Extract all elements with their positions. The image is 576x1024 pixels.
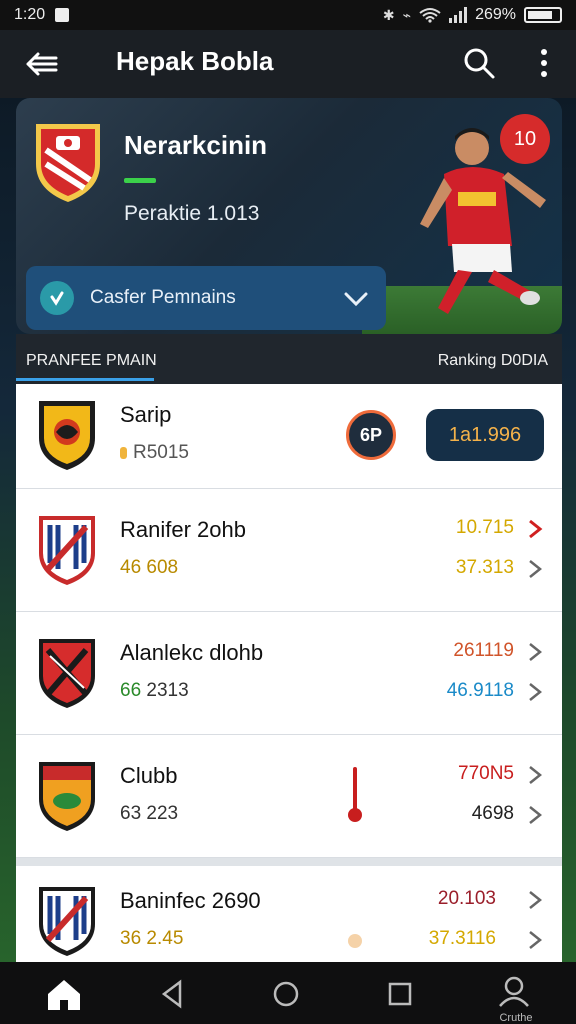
notification-icon <box>55 8 70 22</box>
club-meta-value: R5015 <box>133 442 189 463</box>
chevron-right-icon[interactable] <box>526 930 544 950</box>
featured-team-name: Nerarkcinin <box>124 130 268 160</box>
club-name: Sarip <box>120 402 172 427</box>
app-bar: Hepak Bobla <box>0 30 576 98</box>
chevron-right-icon[interactable] <box>526 559 544 579</box>
chevron-right-icon[interactable] <box>526 519 544 539</box>
status-time: 1:20 <box>14 6 46 23</box>
list-item[interactable]: Baninfec 2690 36 2.45 20.103 37.3116 <box>16 866 562 964</box>
club-value-primary: 770N5 <box>458 763 514 784</box>
tab-strip: PRANFEE PMAIN Ranking D0DIA <box>16 334 562 384</box>
competition-dropdown[interactable]: Casfer Pemnains <box>26 266 386 330</box>
club-meta: 66 2313 <box>120 680 189 702</box>
club-list: Sarip R5015 6P 1a1.996 Ranifer 2ohb 46 6… <box>16 384 562 964</box>
club-value-secondary: 46.9118 <box>446 680 514 701</box>
list-separator <box>16 858 562 866</box>
team-crest <box>36 124 100 202</box>
list-item[interactable]: Sarip R5015 6P 1a1.996 <box>16 384 562 489</box>
dropdown-label: Casfer Pemnains <box>90 287 236 308</box>
battery-icon <box>524 7 562 23</box>
back-nav-icon[interactable] <box>154 976 194 1012</box>
back-icon[interactable] <box>24 50 60 78</box>
list-item[interactable]: Alanlekc dlohb 66 2313 261119 46.9118 <box>16 612 562 735</box>
profile-icon[interactable] <box>494 974 534 1010</box>
club-crest <box>39 887 95 956</box>
club-value-primary: 10.715 <box>455 517 514 538</box>
bluetooth-icon: ✱ <box>382 6 395 23</box>
vibrate-icon: ⌁ <box>402 6 412 23</box>
featured-team-subtitle: Peraktie 1.013 <box>124 202 260 225</box>
list-item[interactable]: Clubb 63 223 770N5 4698 <box>16 735 562 858</box>
home-nav-circle-icon[interactable] <box>266 976 306 1012</box>
title-accent-bar <box>124 178 156 183</box>
club-meta-primary: 66 <box>120 680 142 701</box>
tab-main[interactable]: PRANFEE PMAIN <box>26 352 157 370</box>
check-icon <box>40 281 74 315</box>
rank-badge: 10 <box>500 114 550 164</box>
chevron-right-icon[interactable] <box>526 890 544 910</box>
thermometer-icon <box>348 767 362 822</box>
club-value-secondary: 37.313 <box>455 557 514 578</box>
profile-label: Cruthe <box>499 1012 533 1024</box>
club-crest <box>39 762 95 831</box>
status-bar: 1:20 ✱ ⌁ 269% <box>0 0 576 30</box>
club-meta: 36 2.45 <box>120 928 184 949</box>
club-value-secondary: 4698 <box>471 803 514 824</box>
search-icon[interactable] <box>462 46 496 80</box>
chevron-right-icon[interactable] <box>526 642 544 662</box>
bottom-navigation: Cruthe <box>0 962 576 1024</box>
club-name: Clubb <box>120 763 178 788</box>
chevron-right-icon[interactable] <box>526 805 544 825</box>
club-name: Alanlekc dlohb <box>120 640 264 665</box>
chevron-right-icon[interactable] <box>526 765 544 785</box>
club-meta: R5015 <box>120 442 189 464</box>
chevron-right-icon[interactable] <box>526 682 544 702</box>
club-meta-secondary: 2313 <box>146 680 189 701</box>
app-title: Hepak Bobla <box>116 46 274 76</box>
featured-team-card[interactable]: Nerarkcinin Peraktie 1.013 10 Casfer Pem… <box>16 98 562 334</box>
status-dot <box>348 934 362 948</box>
active-tab-indicator <box>16 378 154 381</box>
list-item[interactable]: Ranifer 2ohb 46 608 10.715 37.313 <box>16 489 562 612</box>
more-icon[interactable] <box>532 46 556 80</box>
signal-icon <box>449 7 468 23</box>
wifi-icon <box>419 8 441 23</box>
tab-ranking[interactable]: Ranking D0DIA <box>438 352 548 370</box>
score-pill[interactable]: 1a1.996 <box>426 409 544 461</box>
club-crest <box>39 401 95 470</box>
club-crest <box>39 516 95 585</box>
club-meta: 63 223 <box>120 803 179 824</box>
battery-percent: 269% <box>475 6 516 23</box>
club-value-primary: 261119 <box>453 640 514 661</box>
club-name: Ranifer 2ohb <box>120 517 246 542</box>
club-meta: 46 608 <box>120 557 179 578</box>
recents-icon[interactable] <box>380 976 420 1012</box>
chevron-down-icon <box>344 292 368 307</box>
club-crest <box>39 639 95 708</box>
club-value-secondary: 37.3116 <box>428 928 496 949</box>
club-value-primary: 20.103 <box>437 888 496 909</box>
club-name: Baninfec 2690 <box>120 888 261 913</box>
club-mini-badge: 6P <box>346 410 396 460</box>
home-icon[interactable] <box>44 976 84 1012</box>
